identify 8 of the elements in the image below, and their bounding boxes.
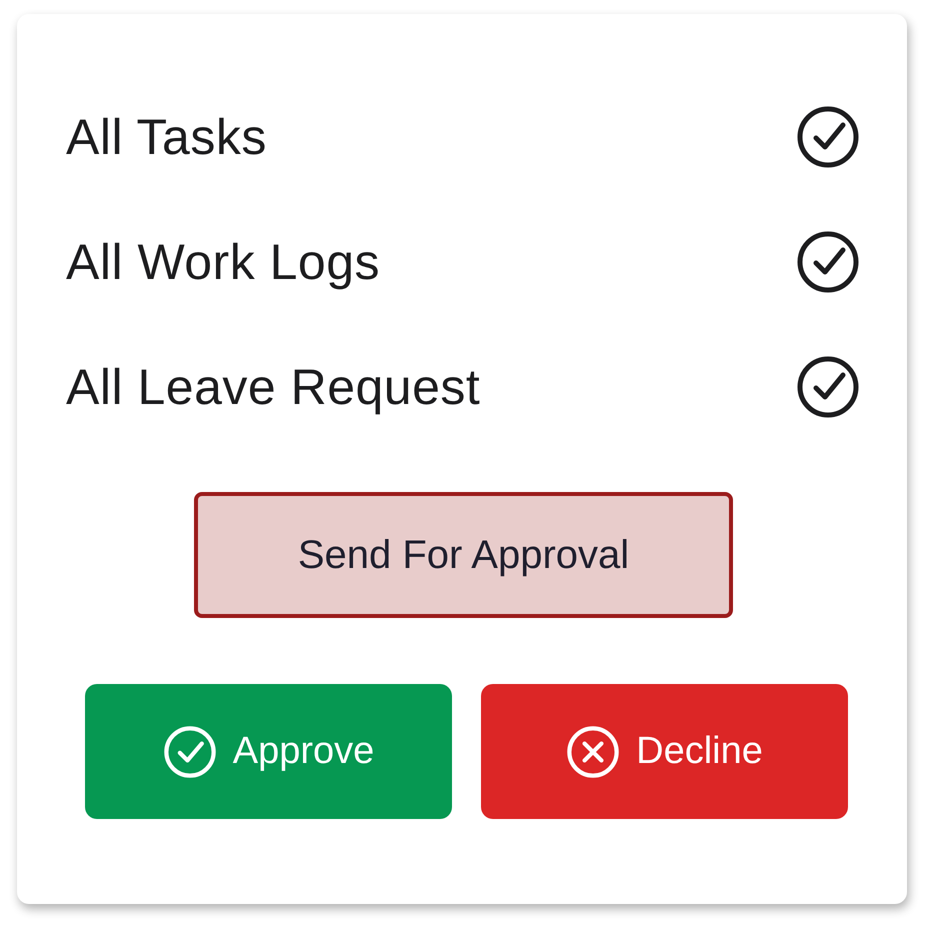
decline-button[interactable]: Decline <box>481 684 848 819</box>
x-circle-icon <box>566 724 620 778</box>
check-circle-icon <box>162 724 217 778</box>
approve-button[interactable]: Approve <box>85 684 452 819</box>
checklist-label: All Work Logs <box>66 232 380 290</box>
checklist-label: All Leave Request <box>66 358 480 416</box>
send-for-approval-button[interactable]: Send For Approval <box>194 492 733 618</box>
checklist-label: All Tasks <box>66 108 267 166</box>
